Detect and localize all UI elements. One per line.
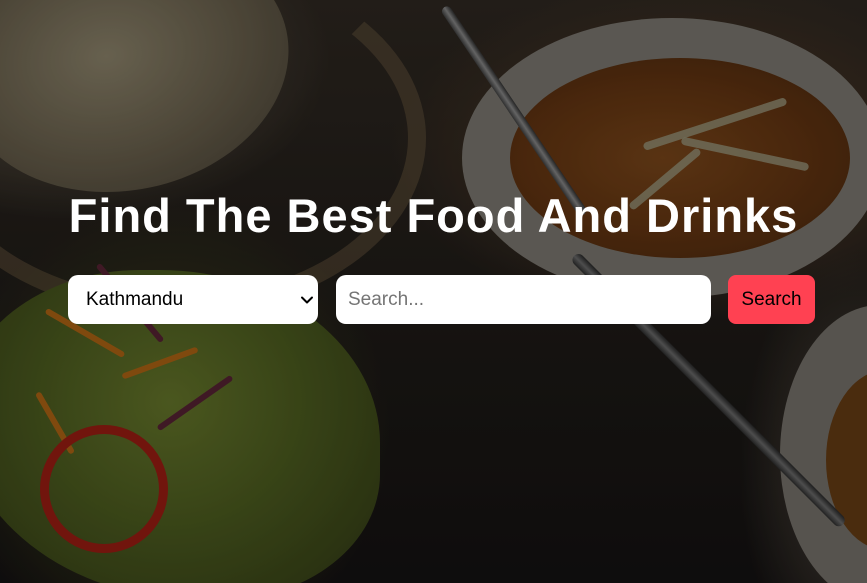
chevron-down-icon: [301, 296, 313, 303]
city-select-value: Kathmandu: [86, 288, 184, 310]
search-input[interactable]: [336, 275, 711, 324]
search-button[interactable]: Search: [728, 275, 815, 324]
search-field: [336, 275, 711, 324]
hero-section: Find The Best Food And Drinks Kathmandu …: [0, 0, 867, 583]
page-title: Find The Best Food And Drinks: [68, 189, 799, 242]
search-form: Kathmandu Search: [68, 275, 816, 324]
city-select[interactable]: Kathmandu: [68, 275, 318, 324]
